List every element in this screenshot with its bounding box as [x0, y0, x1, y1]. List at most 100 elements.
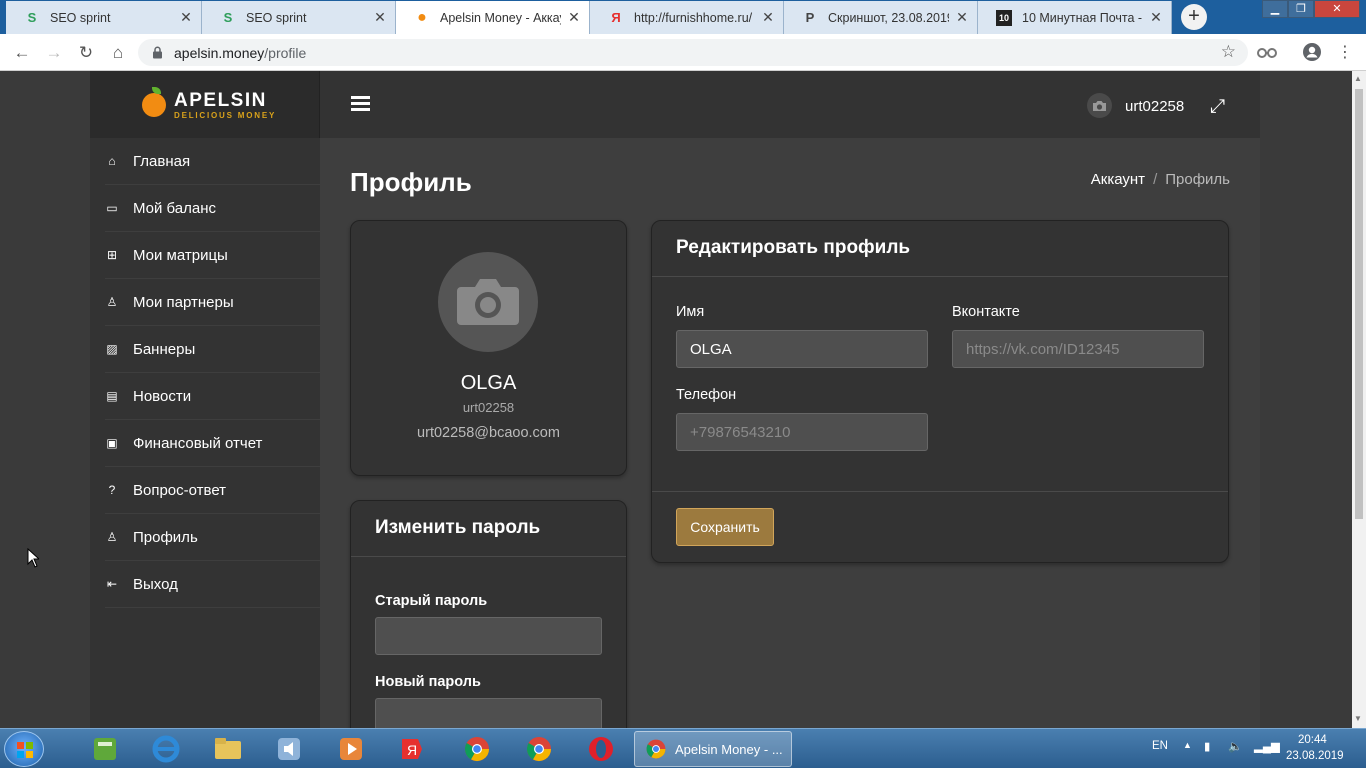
old-password-label: Старый пароль — [375, 593, 488, 609]
speaker-icon[interactable]: 🔈 — [1228, 739, 1242, 753]
app-header: APELSIN DELICIOUS MONEY urt02258 ⤢ — [90, 71, 1260, 138]
profile-login: urt02258 — [462, 400, 515, 415]
yandex-browser-icon[interactable]: Я — [394, 733, 430, 765]
close-tab-icon[interactable]: ✕ — [567, 9, 581, 26]
header-username[interactable]: urt02258 — [1125, 98, 1184, 115]
save-button[interactable]: Сохранить — [676, 508, 774, 546]
change-password-card: Изменить пароль Старый пароль Новый паро… — [350, 500, 627, 740]
chrome-app-icon[interactable] — [459, 733, 495, 765]
browser-tab-3-active[interactable]: ● Apelsin Money - Аккаунт ✕ — [396, 1, 590, 34]
address-bar[interactable]: apelsin.money/profile ☆ — [138, 39, 1248, 66]
minimize-window-button[interactable]: ▁ — [1262, 0, 1288, 18]
phone-field[interactable] — [676, 413, 928, 451]
chrome-app-icon[interactable] — [521, 733, 557, 765]
back-arrow-icon[interactable]: ← — [11, 42, 33, 64]
breadcrumb-separator: / — [1153, 171, 1158, 188]
device-tray-icon[interactable]: ▮ — [1204, 739, 1210, 753]
tab-title: SEO sprint — [246, 10, 307, 25]
clock-time[interactable]: 20:44 — [1298, 734, 1327, 746]
clock-date[interactable]: 23.08.2019 — [1286, 750, 1344, 762]
internet-explorer-icon[interactable] — [148, 733, 184, 765]
close-window-button[interactable]: ✕ — [1314, 0, 1360, 18]
fullscreen-expand-icon[interactable]: ⤢ — [1210, 96, 1225, 118]
network-signal-icon[interactable]: ▂▄▆ — [1254, 739, 1280, 753]
file-explorer-icon[interactable] — [210, 733, 246, 765]
sidebar-item-matrices[interactable]: ⊞ Мои матрицы — [105, 232, 320, 279]
edit-profile-card: Редактировать профиль Имя Вконтакте Теле… — [651, 220, 1229, 563]
browser-tab-4[interactable]: Я http://furnishhome.ru/ - ✕ — [590, 1, 784, 34]
sidebar-item-label: Выход — [133, 575, 178, 593]
browser-tab-6[interactable]: 10 10 Минутная Почта - П ✕ — [978, 1, 1172, 34]
folder-icon: ▭ — [106, 201, 118, 215]
scroll-thumb[interactable] — [1355, 89, 1363, 519]
sidebar-item-partners[interactable]: ♙ Мои партнеры — [105, 279, 320, 326]
tab-title: SEO sprint — [50, 10, 111, 25]
user-avatar[interactable] — [1087, 93, 1112, 118]
logo-subtitle: DELICIOUS MONEY — [174, 111, 277, 120]
page-scrollbar[interactable]: ▲ ▼ — [1352, 71, 1366, 728]
sidebar-item-label: Мои партнеры — [133, 293, 234, 311]
close-tab-icon[interactable]: ✕ — [1149, 9, 1163, 26]
new-tab-button[interactable]: + — [1181, 4, 1207, 30]
account-avatar-icon[interactable] — [1302, 42, 1322, 62]
hamburger-menu-icon[interactable] — [351, 96, 370, 111]
browser-tab-5[interactable]: P Скриншот, 23.08.2019 2 ✕ — [784, 1, 978, 34]
bookmark-star-icon[interactable]: ☆ — [1221, 42, 1236, 62]
browser-tab-2[interactable]: S SEO sprint ✕ — [202, 1, 396, 34]
media-player-icon[interactable] — [333, 733, 369, 765]
sidebar-item-financial-report[interactable]: ▣ Финансовый отчет — [105, 420, 320, 467]
name-field[interactable] — [676, 330, 928, 368]
reload-icon[interactable]: ↻ — [75, 42, 97, 64]
sidebar-item-news[interactable]: ▤ Новости — [105, 373, 320, 420]
hierarchy-icon: ⊞ — [106, 248, 118, 262]
opera-app-icon[interactable] — [583, 733, 619, 765]
scroll-down-arrow-icon[interactable]: ▼ — [1354, 714, 1362, 723]
tray-expand-arrow-icon[interactable]: ▲ — [1183, 740, 1192, 750]
forward-arrow-icon[interactable]: → — [43, 42, 65, 64]
phone-label: Телефон — [676, 387, 737, 403]
old-password-field[interactable] — [375, 617, 602, 655]
audio-app-icon[interactable] — [271, 733, 307, 765]
vk-field[interactable] — [952, 330, 1204, 368]
language-indicator[interactable]: EN — [1152, 740, 1168, 752]
sidebar-nav: ⌂ Главная ▭ Мой баланс ⊞ Мои матрицы ♙ М… — [90, 138, 320, 728]
home-icon[interactable]: ⌂ — [107, 42, 129, 64]
close-tab-icon[interactable]: ✕ — [179, 9, 193, 26]
sidebar-item-banners[interactable]: ▨ Баннеры — [105, 326, 320, 373]
sidebar-item-profile[interactable]: ♙ Профиль — [105, 514, 320, 561]
sidebar-item-logout[interactable]: ⇤ Выход — [105, 561, 320, 608]
taskbar-active-window[interactable]: Apelsin Money - ... — [634, 731, 792, 767]
mouse-cursor-icon — [27, 548, 39, 568]
extension-glasses-icon[interactable] — [1257, 44, 1277, 60]
close-tab-icon[interactable]: ✕ — [955, 9, 969, 26]
page-title: Профиль — [350, 167, 472, 197]
scroll-up-arrow-icon[interactable]: ▲ — [1354, 74, 1362, 83]
browser-tab-1[interactable]: S SEO sprint ✕ — [6, 1, 202, 34]
tab-title: 10 Минутная Почта - П — [1022, 10, 1143, 25]
close-tab-icon[interactable]: ✕ — [373, 9, 387, 26]
menu-kebab-icon[interactable]: ⋮ — [1334, 42, 1356, 64]
user-icon: ♙ — [106, 530, 118, 544]
home-icon: ⌂ — [108, 154, 116, 168]
question-icon: ? — [108, 483, 116, 497]
sidebar-item-label: Мой баланс — [133, 199, 217, 217]
book-icon: ▤ — [106, 389, 118, 403]
start-button[interactable] — [4, 731, 44, 767]
profile-email: urt02258@bcaoo.com — [417, 425, 560, 441]
sidebar-item-balance[interactable]: ▭ Мой баланс — [105, 185, 320, 232]
sidebar-item-home[interactable]: ⌂ Главная — [105, 138, 320, 185]
maximize-window-button[interactable]: ❐ — [1288, 0, 1314, 18]
card-header: Редактировать профиль — [652, 221, 1228, 277]
close-tab-icon[interactable]: ✕ — [761, 9, 775, 26]
breadcrumb-link-account[interactable]: Аккаунт — [1091, 171, 1145, 188]
camera-icon — [457, 279, 519, 325]
apelsin-favicon-icon: ● — [417, 8, 427, 26]
app-logo[interactable]: APELSIN DELICIOUS MONEY — [90, 71, 320, 138]
sidebar-item-label: Вопрос-ответ — [133, 481, 227, 499]
sidebar-item-label: Финансовый отчет — [133, 434, 263, 452]
url-path: /profile — [264, 45, 307, 61]
sidebar-item-faq[interactable]: ? Вопрос-ответ — [105, 467, 320, 514]
calculator-app-icon[interactable] — [87, 733, 123, 765]
profile-avatar[interactable] — [438, 252, 538, 352]
briefcase-icon: ▣ — [106, 436, 118, 450]
